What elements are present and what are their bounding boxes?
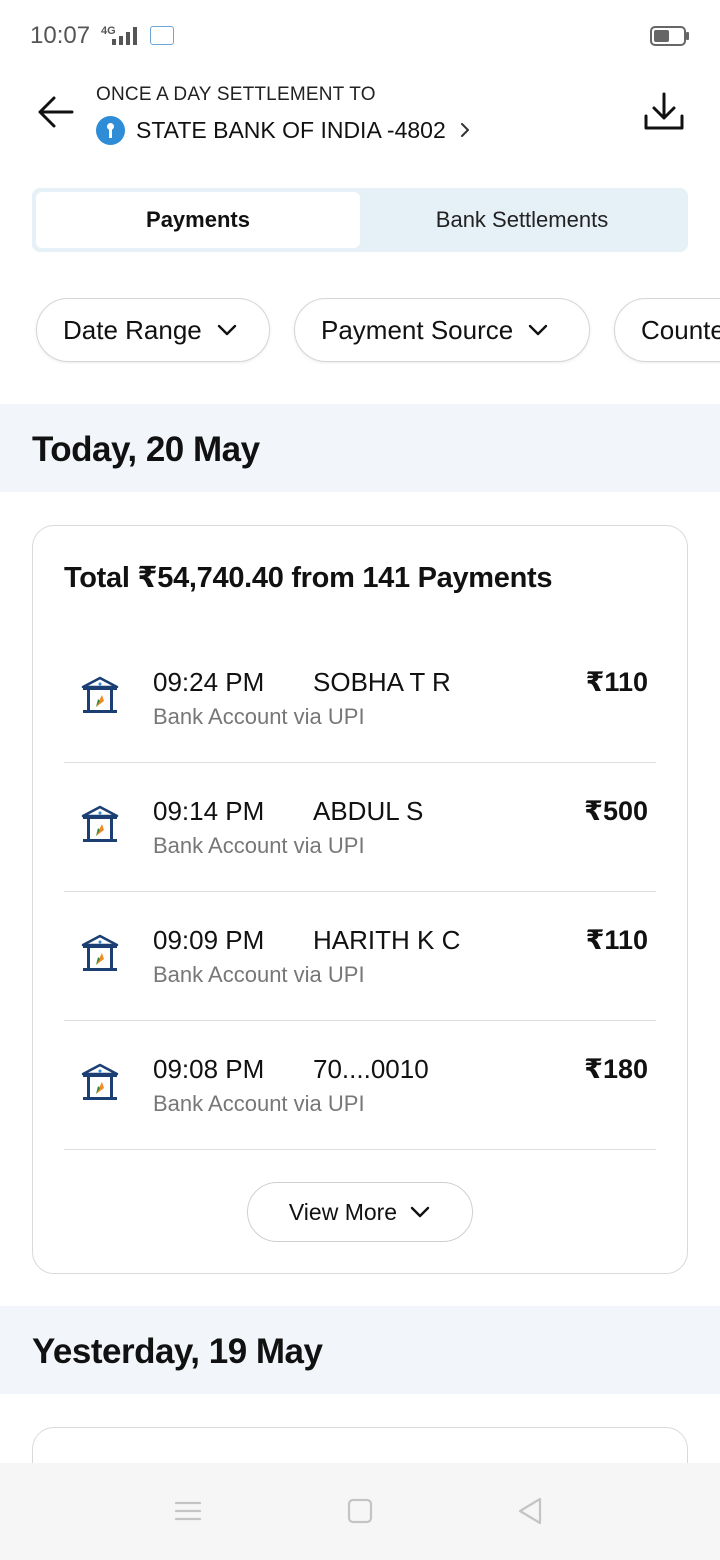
- transaction-source: Bank Account via UPI: [153, 962, 365, 987]
- section-header-yesterday: Yesterday, 19 May: [0, 1306, 720, 1394]
- transaction-source: Bank Account via UPI: [153, 833, 365, 858]
- status-time: 10:07: [30, 22, 91, 49]
- transaction-time: 09:14 PM: [153, 796, 265, 826]
- bank-account-selector[interactable]: STATE BANK OF INDIA -4802: [96, 114, 472, 146]
- system-navigation-bar: [0, 1463, 720, 1560]
- paytm-notification-icon: [150, 26, 174, 45]
- counter-filter-label: Counte: [641, 314, 720, 345]
- transaction-row[interactable]: 09:08 PM 70....0010 ₹180 Bank Account vi…: [64, 1022, 656, 1150]
- payments-total: Total ₹54,740.40 from 141 Payments: [64, 562, 553, 594]
- section-title-today: Today, 20 May: [32, 430, 260, 469]
- transaction-source: Bank Account via UPI: [153, 704, 365, 729]
- back-arrow-icon[interactable]: [34, 90, 78, 134]
- date-range-filter[interactable]: Date Range: [36, 298, 270, 362]
- row-divider: [64, 761, 656, 763]
- payment-source-label: Payment Source: [321, 314, 514, 345]
- transaction-time: 09:09 PM: [153, 925, 265, 955]
- row-divider: [64, 1019, 656, 1021]
- download-icon[interactable]: [640, 88, 688, 136]
- transaction-time: 09:08 PM: [153, 1054, 265, 1084]
- battery-icon: [650, 26, 689, 46]
- chevron-down-icon: [217, 324, 236, 336]
- payments-card-today: Total ₹54,740.40 from 141 Payments 09:24…: [32, 525, 688, 1274]
- payment-source-filter[interactable]: Payment Source: [294, 298, 590, 362]
- tab-bar: Payments Bank Settlements: [32, 188, 688, 252]
- transaction-amount: ₹110: [585, 667, 648, 697]
- filter-chips: Date Range Payment Source Counte: [0, 298, 720, 364]
- transaction-row[interactable]: 09:09 PM HARITH K C ₹110 Bank Account vi…: [64, 893, 656, 1021]
- transaction-payer: 70....0010: [313, 1054, 429, 1084]
- row-divider: [64, 1148, 656, 1150]
- signal-icon: [112, 27, 137, 45]
- bank-building-icon: [81, 676, 119, 713]
- chevron-down-icon: [529, 324, 548, 336]
- view-more-button[interactable]: View More: [247, 1182, 473, 1242]
- bank-building-icon: [81, 805, 119, 842]
- transaction-amount: ₹110: [585, 925, 648, 955]
- transaction-time: 09:24 PM: [153, 667, 265, 697]
- settlement-schedule-label: ONCE A DAY SETTLEMENT TO: [96, 84, 376, 105]
- tab-payments[interactable]: Payments: [36, 192, 360, 248]
- date-range-label: Date Range: [63, 314, 202, 345]
- chevron-down-icon: [410, 1206, 430, 1218]
- transaction-payer: ABDUL S: [313, 796, 424, 826]
- transaction-row[interactable]: 09:24 PM SOBHA T R ₹110 Bank Account via…: [64, 635, 656, 763]
- bank-building-icon: [81, 1063, 119, 1100]
- counter-filter[interactable]: Counte: [614, 298, 720, 362]
- sbi-logo-icon: [96, 115, 125, 145]
- tab-bank-settlements[interactable]: Bank Settlements: [360, 192, 684, 248]
- transaction-payer: HARITH K C: [313, 925, 461, 955]
- chevron-right-icon: [460, 123, 469, 137]
- home-icon[interactable]: [342, 1493, 378, 1529]
- status-bar: 10:07 4G: [0, 0, 720, 72]
- bank-building-icon: [81, 934, 119, 971]
- view-more-label: View More: [288, 1198, 398, 1225]
- section-header-today: Today, 20 May: [0, 404, 720, 492]
- transaction-source: Bank Account via UPI: [153, 1091, 365, 1116]
- transaction-row[interactable]: 09:14 PM ABDUL S ₹500 Bank Account via U…: [64, 764, 656, 892]
- section-title-yesterday: Yesterday, 19 May: [32, 1332, 323, 1371]
- menu-icon[interactable]: [170, 1493, 206, 1529]
- row-divider: [64, 890, 656, 892]
- transaction-payer: SOBHA T R: [313, 667, 451, 697]
- transaction-amount: ₹500: [584, 796, 648, 826]
- transaction-amount: ₹180: [584, 1054, 648, 1084]
- back-triangle-icon[interactable]: [512, 1493, 548, 1529]
- bank-name: STATE BANK OF INDIA -4802: [136, 116, 446, 143]
